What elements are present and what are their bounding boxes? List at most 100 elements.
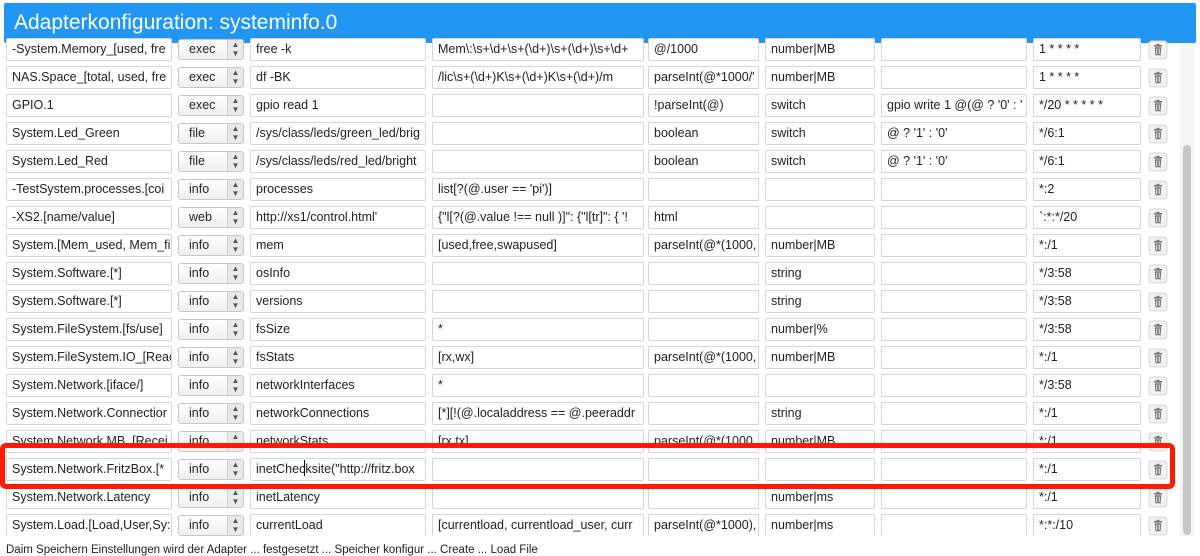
name-input[interactable]: System.Led_Red [6, 150, 172, 173]
name-input[interactable]: System.Network.Latency [6, 486, 172, 509]
role-input[interactable]: number|MB [765, 38, 875, 61]
poll-input[interactable]: 1 * * * * [1033, 38, 1141, 61]
regexp-input[interactable]: [rx,wx] [432, 346, 644, 369]
converter-input[interactable] [648, 290, 759, 313]
type-select[interactable]: file ▲ ▼ [178, 123, 244, 144]
trash-icon[interactable] [1148, 208, 1168, 228]
source-input[interactable]: /sys/class/leds/red_led/bright [250, 150, 426, 173]
role-input[interactable]: switch [765, 94, 875, 117]
name-input[interactable]: System.Network.[iface/] [6, 374, 172, 397]
write-input[interactable] [881, 66, 1027, 89]
trash-icon[interactable] [1148, 152, 1168, 172]
source-input[interactable]: networkInterfaces [250, 374, 426, 397]
type-select[interactable]: info ▲ ▼ [178, 487, 244, 508]
source-input[interactable]: fsStats [250, 346, 426, 369]
trash-icon[interactable] [1148, 516, 1168, 536]
type-select[interactable]: info ▲ ▼ [178, 319, 244, 340]
poll-input[interactable]: */3:58 [1033, 318, 1141, 341]
poll-input[interactable]: *:/1 [1033, 402, 1141, 425]
write-input[interactable] [881, 458, 1027, 481]
source-input[interactable]: inetLatency [250, 486, 426, 509]
write-input[interactable] [881, 178, 1027, 201]
converter-input[interactable] [648, 374, 759, 397]
role-input[interactable] [765, 458, 875, 481]
regexp-input[interactable] [432, 486, 644, 509]
source-input[interactable]: /sys/class/leds/green_led/brig [250, 122, 426, 145]
role-input[interactable]: switch [765, 150, 875, 173]
trash-icon[interactable] [1148, 236, 1168, 256]
converter-input[interactable]: parseInt(@*1000/' [648, 66, 759, 89]
poll-input[interactable]: 1 * * * * [1033, 66, 1141, 89]
name-input[interactable]: System.[Mem_used, Mem_fi [6, 234, 172, 257]
write-input[interactable] [881, 38, 1027, 61]
type-select[interactable]: info ▲ ▼ [178, 179, 244, 200]
converter-input[interactable]: !parseInt(@) [648, 94, 759, 117]
regexp-input[interactable] [432, 94, 644, 117]
write-input[interactable]: @ ? '1' : '0' [881, 122, 1027, 145]
scrollbar-thumb[interactable] [1183, 145, 1191, 535]
role-input[interactable]: number|MB [765, 234, 875, 257]
converter-input[interactable]: parseInt(@*(1000 [648, 430, 759, 453]
converter-input[interactable] [648, 262, 759, 285]
name-input[interactable]: System.Load.[Load,User,Sy: [6, 514, 172, 536]
source-input[interactable]: http://xs1/control.html' [250, 206, 426, 229]
role-input[interactable]: number|ms [765, 486, 875, 509]
poll-input[interactable]: */20 * * * * * [1033, 94, 1141, 117]
name-input[interactable]: -System.Memory_[used, fre [6, 38, 172, 61]
trash-icon[interactable] [1148, 40, 1168, 60]
poll-input[interactable]: *:/1 [1033, 458, 1141, 481]
converter-input[interactable] [648, 178, 759, 201]
role-input[interactable]: switch [765, 122, 875, 145]
type-select[interactable]: info ▲ ▼ [178, 515, 244, 536]
write-input[interactable] [881, 206, 1027, 229]
name-input[interactable]: GPIO.1 [6, 94, 172, 117]
trash-icon[interactable] [1148, 320, 1168, 340]
write-input[interactable] [881, 262, 1027, 285]
converter-input[interactable]: html [648, 206, 759, 229]
trash-icon[interactable] [1148, 264, 1168, 284]
write-input[interactable] [881, 486, 1027, 509]
type-select[interactable]: exec ▲ ▼ [178, 95, 244, 116]
poll-input[interactable]: */6:1 [1033, 122, 1141, 145]
converter-input[interactable]: parseInt(@*(1000, [648, 346, 759, 369]
regexp-input[interactable]: * [432, 318, 644, 341]
type-select[interactable]: exec ▲ ▼ [178, 39, 244, 60]
regexp-input[interactable] [432, 122, 644, 145]
role-input[interactable]: string [765, 402, 875, 425]
role-input[interactable] [765, 178, 875, 201]
type-select[interactable]: info ▲ ▼ [178, 459, 244, 480]
role-input[interactable] [765, 206, 875, 229]
poll-input[interactable]: *:*:/10 [1033, 514, 1141, 536]
type-select[interactable]: info ▲ ▼ [178, 347, 244, 368]
role-input[interactable]: string [765, 262, 875, 285]
converter-input[interactable] [648, 402, 759, 425]
write-input[interactable] [881, 402, 1027, 425]
converter-input[interactable] [648, 486, 759, 509]
write-input[interactable] [881, 374, 1027, 397]
regexp-input[interactable]: {"l[?(@.value !== null )]": {"l[tr]": { … [432, 206, 644, 229]
poll-input[interactable]: */3:58 [1033, 374, 1141, 397]
name-input[interactable]: NAS.Space_[total, used, fre [6, 66, 172, 89]
trash-icon[interactable] [1148, 432, 1168, 452]
regexp-input[interactable] [432, 150, 644, 173]
write-input[interactable] [881, 514, 1027, 536]
write-input[interactable] [881, 430, 1027, 453]
poll-input[interactable]: */6:1 [1033, 150, 1141, 173]
regexp-input[interactable]: [used,free,swapused] [432, 234, 644, 257]
trash-icon[interactable] [1148, 68, 1168, 88]
regexp-input[interactable] [432, 458, 644, 481]
poll-input[interactable]: *:2 [1033, 178, 1141, 201]
source-input[interactable]: mem [250, 234, 426, 257]
source-input[interactable]: networkStats [250, 430, 426, 453]
type-select[interactable]: info ▲ ▼ [178, 263, 244, 284]
trash-icon[interactable] [1148, 404, 1168, 424]
name-input[interactable]: System.Network.FritzBox.[* [6, 458, 172, 481]
source-input[interactable]: versions [250, 290, 426, 313]
name-input[interactable]: System.Network.MB_[Recei [6, 430, 172, 453]
source-input[interactable]: osInfo [250, 262, 426, 285]
type-select[interactable]: file ▲ ▼ [178, 151, 244, 172]
role-input[interactable]: string [765, 290, 875, 313]
name-input[interactable]: -TestSystem.processes.[coi [6, 178, 172, 201]
regexp-input[interactable]: [rx,tx] [432, 430, 644, 453]
role-input[interactable]: number|ms [765, 514, 875, 536]
